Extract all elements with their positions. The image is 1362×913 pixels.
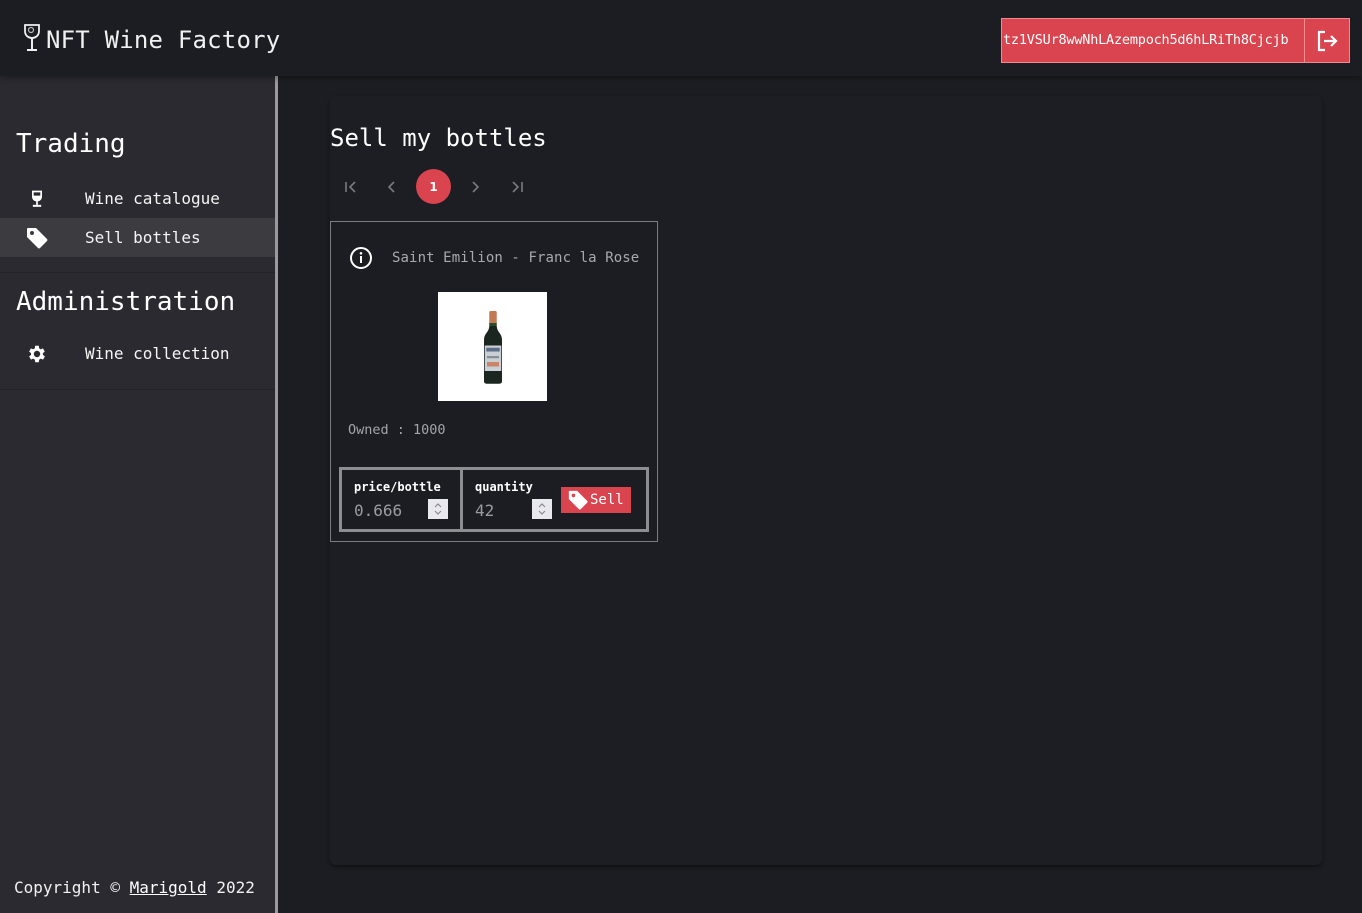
- app-title: NFT Wine Factory: [46, 26, 281, 54]
- first-page-button[interactable]: [333, 169, 368, 204]
- sidebar-section-trading: Trading Wine catalogue Sell bottles: [0, 76, 275, 273]
- owned-count: Owned : 1000: [348, 422, 446, 438]
- first-page-icon: [344, 180, 356, 193]
- quantity-label: quantity: [475, 480, 533, 494]
- chevron-left-icon: [387, 180, 395, 193]
- sidebar: Trading Wine catalogue Sell bottles Admi…: [0, 76, 275, 913]
- copyright-prefix: Copyright ©: [14, 878, 120, 897]
- last-page-icon: [511, 180, 523, 193]
- owned-value: 1000: [413, 422, 446, 438]
- sidebar-resize-handle[interactable]: [275, 76, 278, 913]
- price-field[interactable]: price/bottle 0.666: [342, 470, 463, 529]
- card-header: Saint Emilion - Franc la Rose: [349, 246, 639, 270]
- wallet-address[interactable]: tz1VSUr8wwNhLAzempoch5d6hLRiTh8Cjcjb: [1002, 19, 1305, 62]
- footer: Copyright © Marigold 2022: [14, 878, 255, 897]
- sidebar-item-label: Wine catalogue: [85, 189, 220, 208]
- info-icon[interactable]: [349, 246, 373, 270]
- tag-icon: [25, 226, 49, 250]
- page-title: Sell my bottles: [330, 124, 547, 152]
- sidebar-item-label: Wine collection: [85, 344, 230, 363]
- pagination: 1: [333, 169, 541, 204]
- page-button-current[interactable]: 1: [416, 169, 451, 204]
- quantity-field[interactable]: quantity 42 Sell: [463, 470, 646, 529]
- wine-name: Saint Emilion - Franc la Rose: [392, 250, 640, 266]
- stepper-arrows-icon: [434, 503, 442, 515]
- section-title-administration: Administration: [16, 287, 236, 317]
- wine-glass-logo-icon: [24, 24, 40, 51]
- sidebar-section-administration: Administration Wine collection: [0, 273, 275, 390]
- quantity-stepper[interactable]: [532, 499, 552, 519]
- price-stepper[interactable]: [428, 499, 448, 519]
- marigold-link[interactable]: Marigold: [130, 878, 207, 897]
- tag-icon: [568, 490, 588, 510]
- sell-form: price/bottle 0.666 quantity 42 Sell: [339, 467, 649, 532]
- quantity-input[interactable]: 42: [475, 501, 494, 520]
- section-title-trading: Trading: [16, 129, 126, 159]
- gear-icon: [25, 342, 49, 366]
- sidebar-item-wine-catalogue[interactable]: Wine catalogue: [0, 179, 275, 218]
- owned-label: Owned :: [348, 422, 405, 438]
- next-page-button[interactable]: [458, 169, 493, 204]
- logout-button[interactable]: [1305, 19, 1349, 62]
- wallet-widget: tz1VSUr8wwNhLAzempoch5d6hLRiTh8Cjcjb: [1001, 18, 1350, 63]
- sidebar-item-wine-collection[interactable]: Wine collection: [0, 334, 275, 373]
- stepper-arrows-icon: [538, 503, 546, 515]
- logout-icon: [1317, 30, 1338, 51]
- sell-button-label: Sell: [590, 492, 624, 508]
- previous-page-button[interactable]: [375, 169, 410, 204]
- copyright-year: 2022: [216, 878, 255, 897]
- price-input[interactable]: 0.666: [354, 501, 402, 520]
- app-brand[interactable]: NFT Wine Factory: [22, 22, 280, 58]
- sidebar-item-label: Sell bottles: [85, 228, 201, 247]
- wine-bottle-icon: [483, 310, 502, 384]
- wine-card: Saint Emilion - Franc la Rose Owned : 10…: [330, 221, 658, 542]
- wine-bottle-image[interactable]: [438, 292, 547, 401]
- top-bar: NFT Wine Factory tz1VSUr8wwNhLAzempoch5d…: [0, 0, 1362, 76]
- wine-glass-icon: [25, 187, 49, 211]
- sell-button[interactable]: Sell: [561, 487, 631, 513]
- sidebar-item-sell-bottles[interactable]: Sell bottles: [0, 218, 275, 257]
- price-label: price/bottle: [354, 480, 441, 494]
- chevron-right-icon: [472, 180, 480, 193]
- last-page-button[interactable]: [499, 169, 534, 204]
